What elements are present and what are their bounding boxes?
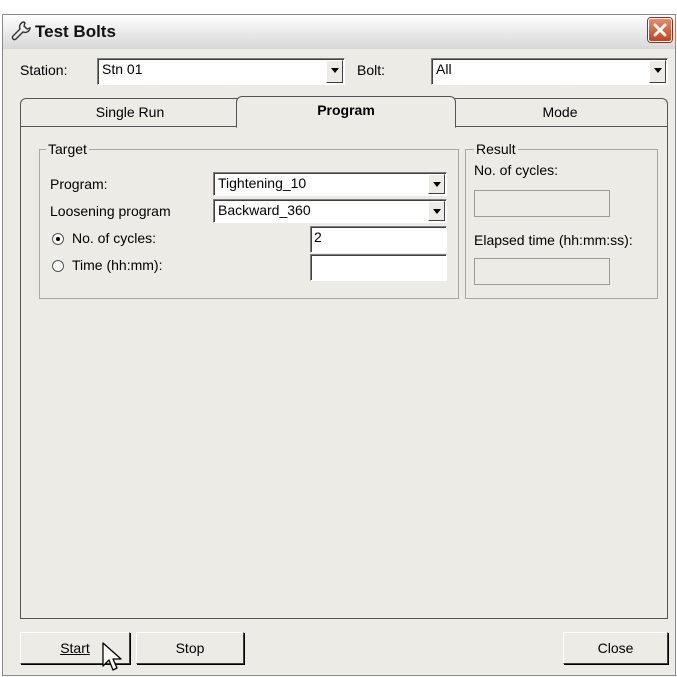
window-title: Test Bolts	[35, 22, 116, 41]
program-select[interactable]: Tightening_10	[213, 172, 447, 196]
loosening-value: Backward_360	[218, 202, 311, 218]
tab-strip: Single Run Program Mode	[20, 96, 668, 128]
station-value: Stn 01	[102, 61, 143, 77]
stop-button[interactable]: Stop	[136, 632, 244, 664]
close-button-label: Close	[597, 640, 634, 656]
elapsed-time-field	[474, 258, 610, 285]
station-select[interactable]: Stn 01	[97, 58, 345, 85]
program-value: Tightening_10	[218, 175, 307, 191]
time-radio[interactable]	[52, 260, 64, 272]
title-bar[interactable]: Test Bolts	[3, 15, 675, 49]
program-label: Program:	[50, 176, 108, 192]
chevron-down-icon[interactable]	[649, 60, 666, 83]
result-cycles-label: No. of cycles:	[474, 162, 559, 178]
chevron-down-icon[interactable]	[428, 174, 445, 194]
time-input[interactable]	[310, 254, 447, 281]
tab-mode[interactable]: Mode	[452, 98, 668, 126]
chevron-down-icon[interactable]	[428, 201, 445, 221]
loosening-label: Loosening program	[50, 203, 171, 219]
loosening-select[interactable]: Backward_360	[213, 199, 447, 223]
tab-single-run[interactable]: Single Run	[20, 98, 240, 126]
bolt-value: All	[436, 61, 452, 77]
station-label: Station:	[20, 62, 68, 78]
wrench-icon	[11, 21, 31, 41]
cycles-value: 2	[314, 229, 322, 245]
close-button[interactable]: Close	[563, 632, 668, 664]
target-group: Target Program: Tightening_10 Loosening …	[39, 141, 459, 299]
bolt-label: Bolt:	[357, 62, 386, 78]
result-group-title: Result	[474, 141, 518, 157]
tab-panel-program: Target Program: Tightening_10 Loosening …	[20, 126, 668, 619]
tab-program[interactable]: Program	[236, 96, 456, 128]
cycles-input[interactable]: 2	[310, 226, 447, 253]
cycles-label: No. of cycles:	[72, 230, 157, 246]
close-icon[interactable]	[648, 18, 672, 42]
mouse-pointer-icon	[102, 642, 122, 671]
bolt-select[interactable]: All	[431, 58, 668, 85]
time-label: Time (hh:mm):	[72, 257, 163, 273]
stop-button-label: Stop	[175, 640, 205, 656]
cycles-radio[interactable]	[52, 233, 64, 245]
target-group-title: Target	[46, 141, 89, 157]
result-cycles-field	[474, 190, 610, 217]
result-group: Result No. of cycles: Elapsed time (hh:m…	[465, 141, 658, 299]
start-button-label: Start	[60, 640, 90, 656]
chevron-down-icon[interactable]	[326, 60, 343, 83]
elapsed-time-label: Elapsed time (hh:mm:ss):	[474, 232, 633, 248]
